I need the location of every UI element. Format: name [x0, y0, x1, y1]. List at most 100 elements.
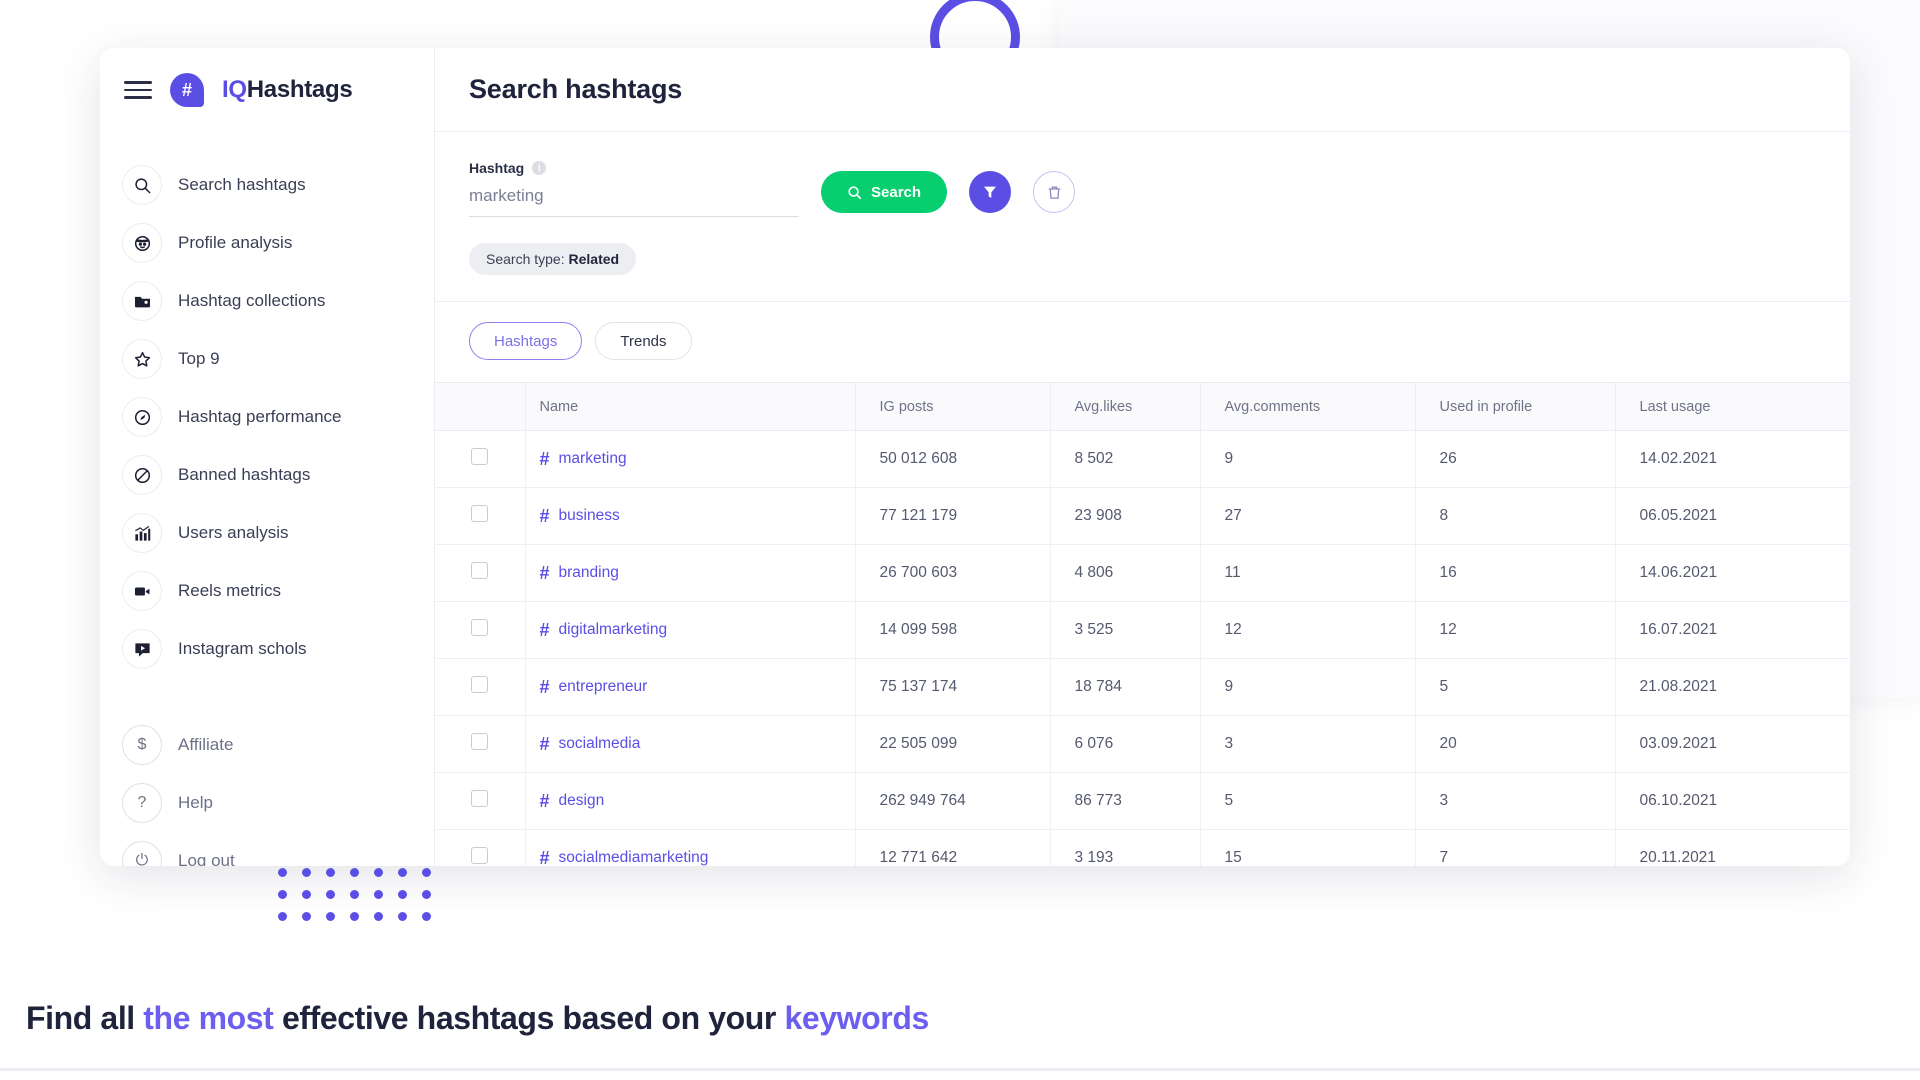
clear-button[interactable] — [1033, 171, 1076, 213]
row-checkbox[interactable] — [471, 847, 489, 864]
table-row: # socialmedia 22 505 099 6 076 3 20 03.09.2021 — [435, 715, 1850, 773]
row-checkbox[interactable] — [471, 562, 489, 579]
decoration-dot — [278, 890, 287, 899]
decoration-dot — [374, 868, 383, 877]
hashtag-link[interactable]: # socialmedia — [540, 734, 855, 755]
decoration-dot — [326, 890, 335, 899]
hashtag-name-cell: # socialmedia — [524, 715, 855, 773]
question-icon: ? — [122, 783, 162, 823]
power-icon: ⏻ — [122, 841, 162, 866]
hashtag-link[interactable]: # marketing — [540, 449, 855, 470]
column-header-last-usage: Last usage — [1614, 382, 1850, 431]
hash-icon: # — [539, 847, 550, 867]
row-select-cell — [435, 544, 525, 602]
last-usage-cell: 21.08.2021 — [1614, 658, 1850, 716]
row-select-cell — [435, 601, 525, 659]
sidebar-item-log-out[interactable]: ⏻ Log out — [100, 832, 434, 866]
hashtag-link[interactable]: # digitalmarketing — [540, 620, 855, 641]
row-select-cell — [435, 658, 525, 716]
ig-posts-cell: 262 949 764 — [854, 772, 1050, 830]
search-icon — [122, 165, 162, 205]
decoration-dot — [350, 868, 359, 877]
sidebar-item-users-analysis[interactable]: Users analysis — [100, 504, 434, 562]
row-checkbox[interactable] — [471, 619, 489, 636]
row-checkbox[interactable] — [471, 733, 489, 750]
tab-trends[interactable]: Trends — [595, 322, 692, 360]
sidebar-item-label: Search hashtags — [178, 175, 306, 194]
used-in-profile-cell: 20 — [1414, 715, 1615, 773]
dot-grid-decoration — [278, 868, 446, 934]
page-caption: Find all the most effective hashtags bas… — [26, 1000, 929, 1037]
hashtag-name-cell: # digitalmarketing — [524, 601, 855, 659]
avg-likes-cell: 8 502 — [1049, 430, 1200, 488]
sidebar-item-label: Top 9 — [178, 349, 220, 368]
hashtag-name-cell: # marketing — [524, 430, 855, 488]
avg-comments-cell: 5 — [1199, 772, 1415, 830]
decoration-dot — [302, 912, 311, 921]
sidebar-item-reels-metrics[interactable]: Reels metrics — [100, 562, 434, 620]
ig-posts-cell: 12 771 642 — [854, 829, 1050, 866]
hash-icon: # — [539, 790, 550, 811]
sidebar-item-instagram-schols[interactable]: Instagram schols — [100, 620, 434, 678]
decoration-dot — [326, 868, 335, 877]
search-row: Hashtag i Search — [469, 160, 1816, 217]
hashtag-label: socialmedia — [558, 735, 641, 752]
sidebar-item-help[interactable]: ? Help — [100, 774, 434, 832]
decoration-dot — [374, 912, 383, 921]
decoration-dot — [350, 912, 359, 921]
decoration-dot — [302, 868, 311, 877]
table-row: # design 262 949 764 86 773 5 3 06.10.2021 — [435, 772, 1850, 830]
sidebar-item-hashtag-collections[interactable]: Hashtag collections — [100, 272, 434, 330]
row-checkbox[interactable] — [471, 505, 489, 522]
row-checkbox[interactable] — [471, 676, 489, 693]
folder-icon — [122, 281, 162, 321]
tab-hashtags[interactable]: Hashtags — [469, 322, 583, 360]
star-icon — [122, 339, 162, 379]
hashtag-label: socialmediamarketing — [558, 849, 709, 866]
last-usage-cell: 14.06.2021 — [1614, 544, 1850, 602]
row-select-cell — [435, 430, 525, 488]
row-checkbox[interactable] — [471, 790, 489, 807]
table-row: # business 77 121 179 23 908 27 8 06.05.2021 — [435, 487, 1850, 545]
hashtag-label: digitalmarketing — [558, 621, 668, 638]
main-header: Search hashtags — [435, 48, 1850, 132]
sidebar-item-label: Instagram schols — [178, 639, 307, 658]
bar-chart-icon — [122, 513, 162, 553]
hashtag-link[interactable]: # business — [540, 506, 855, 527]
hamburger-menu-icon[interactable] — [124, 81, 152, 99]
hashtag-link[interactable]: # design — [540, 791, 855, 812]
hashtag-label: marketing — [558, 450, 627, 467]
hashtag-link[interactable]: # entrepreneur — [540, 677, 855, 698]
sidebar-item-banned-hashtags[interactable]: Banned hashtags — [100, 446, 434, 504]
hashtag-name-cell: # socialmediamarketing — [524, 829, 855, 867]
search-input[interactable] — [469, 182, 799, 217]
sidebar-item-label: Users analysis — [178, 523, 289, 542]
sidebar-item-search-hashtags[interactable]: Search hashtags — [100, 156, 434, 214]
decoration-dot — [422, 890, 431, 899]
page-title: Search hashtags — [469, 74, 683, 104]
hash-icon: # — [539, 505, 550, 526]
last-usage-cell: 14.02.2021 — [1614, 430, 1850, 488]
avg-likes-cell: 3 525 — [1049, 601, 1200, 659]
brand-iq: IQ — [222, 76, 247, 103]
row-checkbox[interactable] — [471, 448, 489, 465]
sidebar-item-top-9[interactable]: Top 9 — [100, 330, 434, 388]
filter-button[interactable] — [969, 171, 1012, 213]
info-icon[interactable]: i — [532, 161, 547, 175]
sidebar-item-profile-analysis[interactable]: Profile analysis — [100, 214, 434, 272]
decoration-dot — [422, 868, 431, 877]
sidebar-nav: Search hashtags Profile analysis Hashtag c… — [100, 132, 434, 678]
hashtag-link[interactable]: # socialmediamarketing — [540, 848, 855, 867]
table-body: # marketing 50 012 608 8 502 9 26 14.02.2021 # b… — [435, 430, 1850, 867]
used-in-profile-cell: 16 — [1414, 544, 1615, 602]
used-in-profile-cell: 8 — [1414, 487, 1615, 545]
row-select-cell — [435, 772, 525, 830]
column-header-avg-comments: Avg.comments — [1199, 382, 1415, 431]
search-zone: Hashtag i Search — [435, 132, 1850, 275]
avg-comments-cell: 3 — [1199, 715, 1415, 773]
decoration-dot — [302, 890, 311, 899]
search-button[interactable]: Search — [821, 171, 948, 213]
hashtag-link[interactable]: # branding — [540, 563, 855, 584]
sidebar-item-hashtag-performance[interactable]: Hashtag performance — [100, 388, 434, 446]
sidebar-item-affiliate[interactable]: $ Affiliate — [100, 716, 434, 774]
